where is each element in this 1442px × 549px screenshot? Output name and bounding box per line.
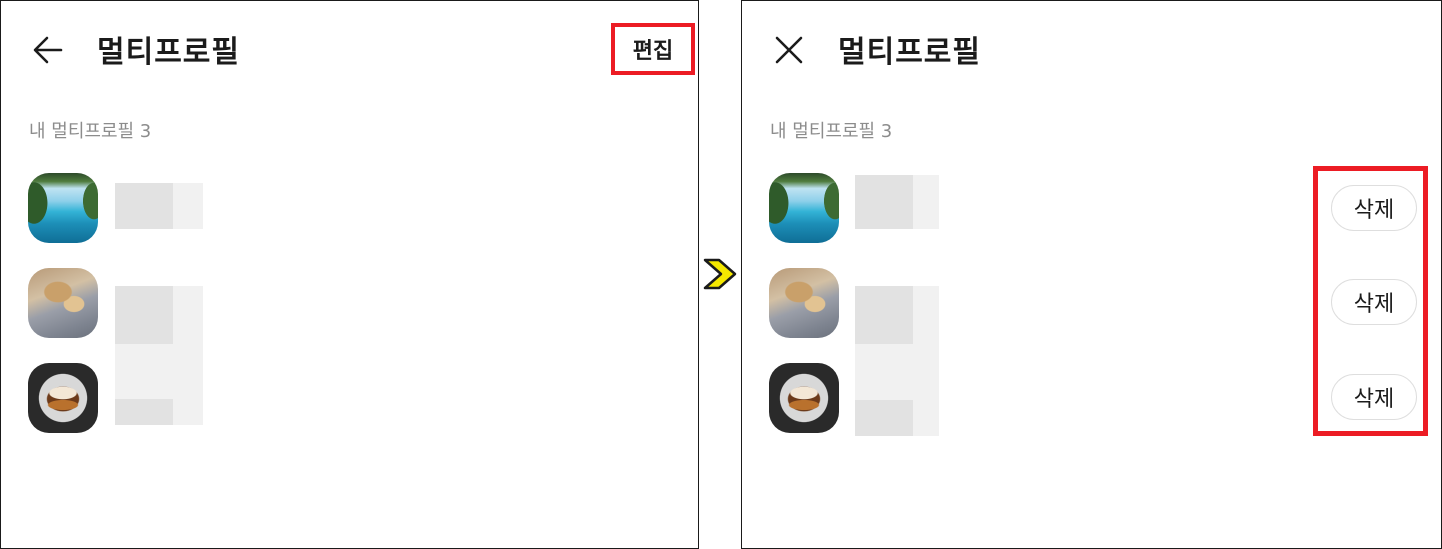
section-label: 내 멀티프로필 3	[770, 121, 893, 142]
blurred-profile-name	[855, 286, 913, 344]
delete-button[interactable]: 삭제	[1331, 185, 1417, 231]
blurred-profile-name	[115, 399, 173, 425]
profile-avatar-beach[interactable]	[28, 173, 98, 243]
blurred-profile-name	[855, 175, 913, 229]
blurred-profile-name	[115, 344, 173, 399]
blurred-profile-name	[855, 400, 913, 436]
edit-button[interactable]: 편집	[633, 33, 673, 65]
screen-before-edit: 멀티프로필 편집 내 멀티프로필 3	[0, 0, 699, 549]
blurred-profile-name	[115, 183, 173, 229]
profile-avatar-dog	[769, 268, 839, 338]
delete-button[interactable]: 삭제	[1331, 279, 1417, 325]
close-x-icon[interactable]	[772, 33, 806, 67]
section-label: 내 멀티프로필 3	[29, 121, 152, 142]
blurred-profile-name	[913, 400, 939, 436]
profile-avatar-food	[769, 363, 839, 433]
delete-button[interactable]: 삭제	[1331, 374, 1417, 420]
page-title: 멀티프로필	[97, 35, 240, 70]
blurred-profile-name	[173, 344, 203, 399]
blurred-profile-name	[913, 344, 939, 400]
edit-highlight-box: 편집	[611, 23, 695, 75]
blurred-profile-name	[913, 286, 939, 344]
chevron-right-icon	[703, 258, 737, 290]
blurred-profile-name	[913, 175, 939, 229]
blurred-profile-name	[855, 344, 913, 400]
blurred-profile-name	[115, 286, 173, 344]
profile-avatar-food[interactable]	[28, 363, 98, 433]
delete-highlight-box: 삭제 삭제 삭제	[1313, 166, 1428, 436]
page-title: 멀티프로필	[838, 35, 981, 70]
blurred-profile-name	[173, 286, 203, 344]
blurred-profile-name	[173, 183, 203, 229]
arrow-left-icon[interactable]	[31, 33, 65, 67]
profile-avatar-dog[interactable]	[28, 268, 98, 338]
screen-edit-mode: 멀티프로필 내 멀티프로필 3 삭제 삭제 삭제	[741, 0, 1442, 549]
profile-avatar-beach	[769, 173, 839, 243]
blurred-profile-name	[173, 399, 203, 425]
